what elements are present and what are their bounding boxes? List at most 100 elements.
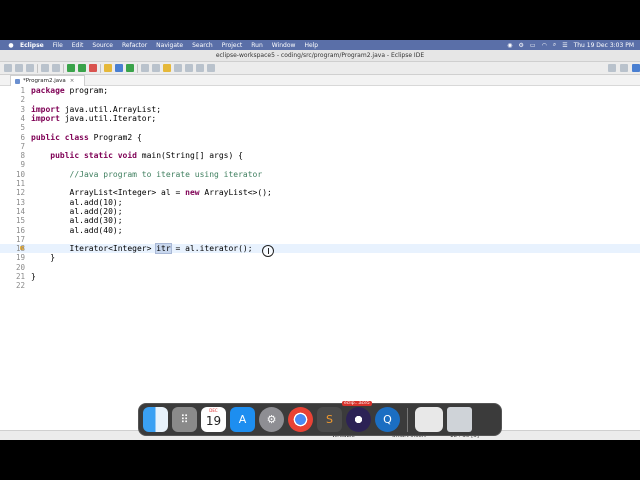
code-line: 15 al.add(30); <box>0 216 640 225</box>
editor-tab[interactable]: *Program2.java × <box>10 75 86 86</box>
menu-source[interactable]: Source <box>92 42 113 49</box>
code-fragment: program; <box>64 86 109 95</box>
new-java-project-icon[interactable] <box>104 64 112 72</box>
new-icon[interactable] <box>4 64 12 72</box>
code-text: public class Program2 { <box>31 133 142 142</box>
keyword: package <box>31 86 65 95</box>
menu-navigate[interactable]: Navigate <box>156 42 183 49</box>
mouse-cursor-icon <box>262 245 274 257</box>
eclipse-workspace-label: eclip...ace5 <box>342 401 372 406</box>
toolbar-separator <box>137 63 138 73</box>
code-text: Iterator<Integer> itr = al.iterator(); <box>31 243 253 255</box>
code-fragment: al.add(30); <box>69 216 123 226</box>
app-store-icon[interactable]: A <box>230 407 255 432</box>
code-line: 21 } <box>0 272 640 281</box>
system-preferences-icon[interactable]: ⚙ <box>259 407 284 432</box>
forward-icon[interactable] <box>207 64 215 72</box>
record-icon[interactable]: ◉ <box>507 42 512 49</box>
save-icon[interactable] <box>15 64 23 72</box>
eclipse-icon[interactable]: eclip...ace5 <box>342 401 372 432</box>
line-number: 1 <box>20 86 25 95</box>
code-fragment: al.add(40); <box>69 225 123 235</box>
line-number: 12 <box>15 188 25 198</box>
perspective-icon[interactable] <box>620 64 628 72</box>
wifi-icon[interactable]: ◠ <box>542 42 547 49</box>
menu-file[interactable]: File <box>53 42 63 49</box>
menu-bar: ● Eclipse File Edit Source Refactor Navi… <box>0 40 640 50</box>
settings-icon[interactable]: ⚙ <box>519 42 524 49</box>
code-line: 14 al.add(20); <box>0 207 640 216</box>
run-icon[interactable] <box>78 64 86 72</box>
keyword: public class <box>31 132 89 142</box>
code-line: 13 al.add(10); <box>0 198 640 207</box>
sublime-text-icon[interactable]: S <box>317 407 342 432</box>
skip-breakpoints-icon[interactable] <box>52 64 60 72</box>
preview-window-icon[interactable] <box>415 407 443 432</box>
code-line: 3 import java.util.ArrayList; <box>0 105 640 114</box>
calendar-day: 19 <box>205 414 222 428</box>
line-number: 18 <box>15 244 25 254</box>
back-icon[interactable] <box>196 64 204 72</box>
chrome-icon[interactable] <box>288 407 313 432</box>
keyword: public static void <box>50 151 137 161</box>
next-annotation-icon[interactable] <box>174 64 182 72</box>
code-fragment: Program2 { <box>88 132 142 142</box>
previous-annotation-icon[interactable] <box>185 64 193 72</box>
menu-window[interactable]: Window <box>272 42 296 49</box>
save-all-icon[interactable] <box>26 64 34 72</box>
external-tools-icon[interactable] <box>89 64 97 72</box>
code-line: 20 <box>0 263 640 272</box>
control-center-icon[interactable]: ☰ <box>562 42 567 49</box>
line-number: 4 <box>20 113 25 123</box>
code-comment: //Java program to iterate using iterator <box>69 169 263 179</box>
quicktime-icon[interactable]: Q <box>375 407 400 432</box>
apple-icon[interactable]: ● <box>6 42 16 49</box>
code-line: 12 ArrayList<Integer> al = new ArrayList… <box>0 188 640 197</box>
search-icon[interactable]: ⌕ <box>553 41 556 49</box>
open-type-icon[interactable] <box>141 64 149 72</box>
finder-icon[interactable] <box>143 407 168 432</box>
terminal-icon[interactable] <box>41 64 49 72</box>
selected-variable[interactable]: itr <box>155 243 172 255</box>
code-line: 16 al.add(40); <box>0 226 640 235</box>
line-number: 14 <box>15 206 25 216</box>
new-package-icon[interactable] <box>115 64 123 72</box>
java-perspective-icon[interactable] <box>632 64 640 72</box>
toolbar <box>0 62 640 75</box>
line-number: 20 <box>15 262 25 272</box>
code-text: al.add(10); <box>31 198 123 207</box>
mark-occurrences-icon[interactable] <box>163 64 171 72</box>
code-fragment: } <box>31 272 36 281</box>
menu-project[interactable]: Project <box>222 42 243 49</box>
window-title-bar: eclipse-workspace5 - coding/src/program/… <box>0 50 640 62</box>
code-line: 8 public static void main(String[] args)… <box>0 151 640 160</box>
java-file-icon <box>15 78 20 84</box>
trash-icon[interactable] <box>447 407 472 432</box>
battery-icon[interactable]: ▭ <box>530 42 536 49</box>
code-text: import java.util.ArrayList; <box>31 105 161 114</box>
close-icon[interactable]: × <box>70 78 75 84</box>
menu-app-name[interactable]: Eclipse <box>20 42 44 49</box>
clock[interactable]: Thu 19 Dec 3:03 PM <box>574 42 634 49</box>
current-code-line: 18 Iterator<Integer> itr = al.iterator()… <box>0 243 640 255</box>
line-number: 21 <box>15 272 25 281</box>
debug-icon[interactable] <box>67 64 75 72</box>
code-fragment: = al.iterator(); <box>170 244 253 254</box>
search-toolbar-icon[interactable] <box>152 64 160 72</box>
new-class-icon[interactable] <box>126 64 134 72</box>
menu-help[interactable]: Help <box>304 42 318 49</box>
line-number: 10 <box>15 169 25 179</box>
search-field-icon[interactable] <box>608 64 616 72</box>
menu-search[interactable]: Search <box>192 42 213 49</box>
calendar-icon[interactable]: DEC 19 <box>201 407 226 432</box>
code-editor[interactable]: 1 package program; 2 3 import java.util.… <box>0 86 640 429</box>
menu-edit[interactable]: Edit <box>72 42 84 49</box>
code-fragment: al.add(10); <box>69 197 123 207</box>
line-number: 9 <box>20 160 25 170</box>
toolbar-separator <box>63 63 64 73</box>
launchpad-icon[interactable]: ⠿ <box>172 407 197 432</box>
line-number: 22 <box>15 281 25 291</box>
menu-refactor[interactable]: Refactor <box>122 42 147 49</box>
code-line: 4 import java.util.Iterator; <box>0 114 640 123</box>
menu-run[interactable]: Run <box>251 42 263 49</box>
